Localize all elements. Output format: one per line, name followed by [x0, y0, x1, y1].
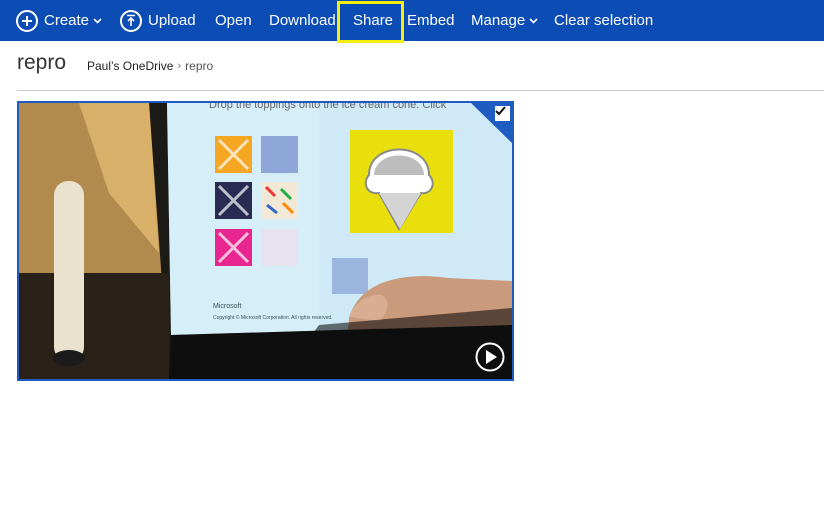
divider: [17, 90, 824, 91]
upload-label: Upload: [148, 12, 196, 29]
video-thumbnail: Drop the toppings onto the ice cream con…: [19, 103, 512, 379]
chevron-down-icon: [93, 17, 102, 24]
checkmark-icon: [495, 106, 506, 116]
chevron-right-icon: ›: [177, 60, 182, 72]
breadcrumb-current: repro: [185, 59, 214, 73]
create-label: Create: [44, 12, 90, 29]
open-label: Open: [215, 12, 252, 29]
command-bar: Create Upload Open Download Share Embed …: [0, 0, 824, 41]
download-label: Download: [269, 12, 336, 29]
screen-brand: Microsoft: [213, 303, 241, 310]
screen-copyright: Copyright © Microsoft Corporation. All r…: [213, 314, 333, 321]
clear-selection-button[interactable]: Clear selection: [554, 0, 653, 41]
video-tile[interactable]: Drop the toppings onto the ice cream con…: [17, 101, 514, 381]
screen-caption: Drop the toppings onto the ice cream con…: [209, 103, 447, 111]
play-icon[interactable]: [475, 342, 505, 372]
breadcrumb: Paul’s OneDrive › repro: [87, 59, 213, 73]
manage-button[interactable]: Manage: [471, 0, 538, 41]
upload-icon: [120, 9, 142, 32]
manage-label: Manage: [471, 12, 526, 29]
create-button[interactable]: Create: [16, 0, 102, 41]
upload-button[interactable]: Upload: [120, 0, 196, 41]
selection-checkbox[interactable]: [495, 106, 510, 121]
clear-selection-label: Clear selection: [554, 12, 654, 29]
share-highlight-box: [337, 1, 404, 43]
plus-icon: [16, 9, 38, 32]
breadcrumb-root[interactable]: Paul’s OneDrive: [87, 59, 173, 73]
embed-button[interactable]: Embed: [407, 0, 455, 41]
download-button[interactable]: Download: [269, 0, 336, 41]
page-title: repro: [17, 51, 67, 74]
open-button[interactable]: Open: [215, 0, 252, 41]
embed-label: Embed: [407, 12, 455, 29]
chevron-down-icon: [529, 17, 538, 24]
